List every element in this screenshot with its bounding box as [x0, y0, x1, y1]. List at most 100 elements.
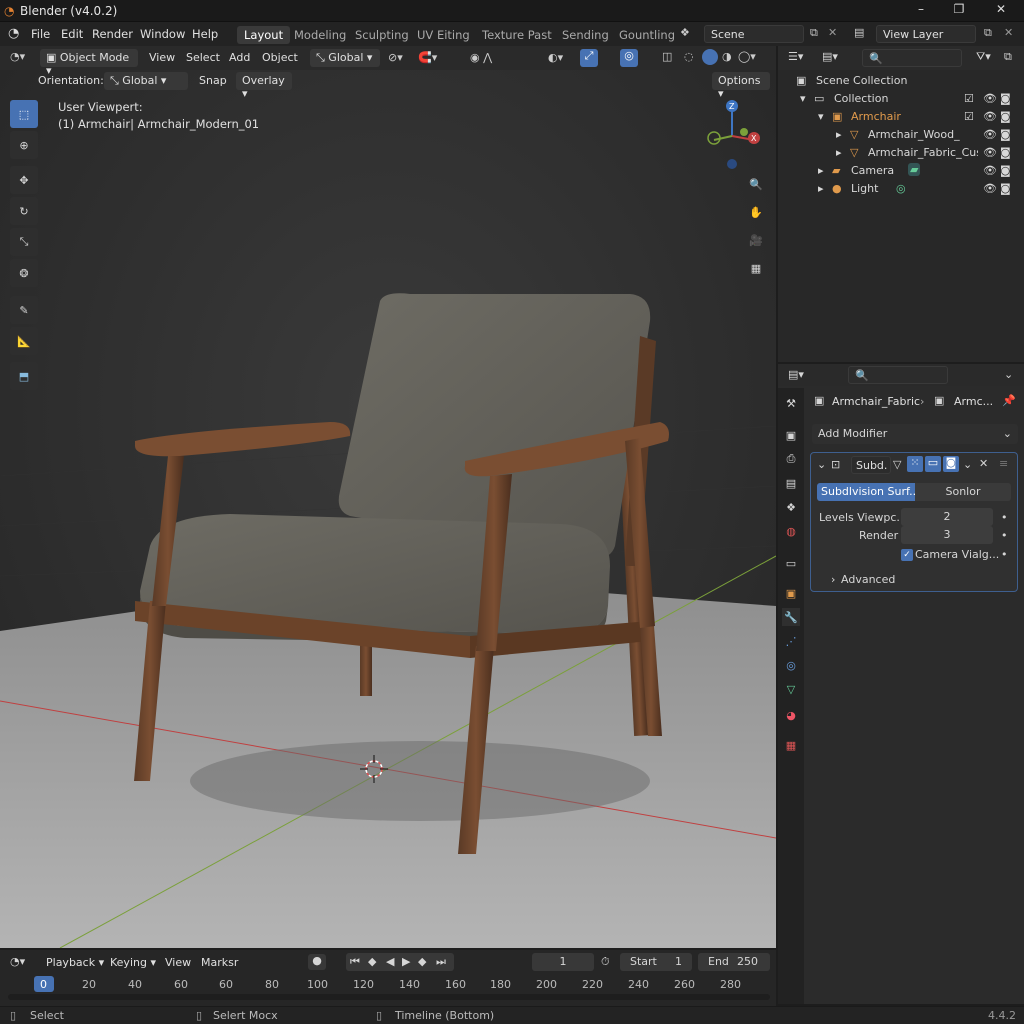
view-layer-selector[interactable]: View Layer [876, 25, 976, 43]
new-collection-icon[interactable]: ⧉ [1004, 50, 1012, 64]
keyframe-dot-icon[interactable]: • [1001, 548, 1008, 561]
breadcrumb-object[interactable]: Armchair_Fabric [832, 395, 920, 408]
outliner-row-wood-frame[interactable]: ▸ ▽ Armchair_Wood_Frame 👁 ◙ [778, 126, 1024, 144]
snap-icon[interactable]: 🧲▾ [418, 51, 437, 64]
menu-marker[interactable]: Marksr [201, 956, 238, 969]
levels-viewport-input[interactable]: 2 [901, 508, 993, 526]
eye-icon[interactable]: 👁 [983, 128, 997, 141]
xray-icon[interactable]: ◫ [662, 50, 672, 63]
keyframe-dot-icon[interactable]: • [1001, 529, 1008, 542]
view-layer-new-icon[interactable]: ⧉ [984, 26, 992, 40]
physics-tab[interactable]: ◎ [782, 656, 800, 674]
camera-viewport-label[interactable]: Camera Vialg... [915, 548, 999, 561]
filter-icon[interactable]: ⛛▾ [976, 50, 991, 64]
outliner-row-fabric-cushion[interactable]: ▸ ▽ Armchair_Fabric_Cush 👁 ◙ [778, 144, 1024, 162]
modifier-name-input[interactable]: Subd. [851, 456, 891, 474]
blender-menu-icon[interactable]: ◔ [8, 26, 19, 41]
menu-keying[interactable]: Keying ▾ [110, 956, 156, 969]
rotate-tool[interactable]: ↻ [10, 197, 38, 225]
material-shading-icon[interactable]: ◑ [722, 50, 732, 63]
transform-orientation-dropdown[interactable]: ⤡ Global ▾ [310, 49, 380, 67]
properties-search-input[interactable]: 🔍 [848, 366, 948, 384]
tool-tab[interactable]: ⚒ [782, 394, 800, 412]
keyframe-dot-icon[interactable]: • [1001, 511, 1008, 524]
menu-view[interactable]: View [165, 956, 191, 969]
perspective-toggle-button[interactable]: ▦ [744, 256, 768, 280]
render-camera-icon[interactable]: ◙ [1000, 146, 1011, 159]
drag-handle-icon[interactable]: ≡ [999, 457, 1008, 470]
proportional-edit-icon[interactable]: ◉ ⋀ [470, 51, 492, 64]
record-icon[interactable]: ● [308, 954, 326, 970]
options-dropdown[interactable]: Options ▾ [712, 72, 770, 100]
wireframe-shading-icon[interactable]: ◌ [684, 50, 694, 63]
measure-tool[interactable]: 📐 [10, 327, 38, 355]
advanced-section-label[interactable]: Advanced [841, 573, 895, 586]
tab-shading[interactable]: Sending [555, 26, 616, 44]
camera-view-button[interactable]: 🎥 [744, 228, 768, 252]
scene-tab[interactable]: ❖ [782, 498, 800, 516]
scale-tool[interactable]: ⤡ [10, 228, 38, 256]
expand-arrow-icon[interactable]: ▾ [818, 110, 824, 123]
data-tab[interactable]: ▽ [782, 680, 800, 698]
expand-arrow-icon[interactable]: ▸ [818, 164, 824, 177]
overlay-toggle-icon[interactable]: ◎ [620, 49, 638, 67]
checkbox-icon[interactable]: ☑ [964, 92, 974, 105]
render-camera-icon[interactable]: ◙ [1000, 110, 1011, 123]
texture-tab[interactable]: ▦ [782, 736, 800, 754]
menu-object[interactable]: Object [262, 51, 298, 64]
remove-modifier-icon[interactable]: ✕ [979, 457, 988, 470]
rendered-shading-icon[interactable]: ◯▾ [738, 50, 756, 63]
menu-edit[interactable]: Edit [61, 27, 83, 41]
overlay-dropdown[interactable]: Overlay ▾ [236, 72, 292, 100]
close-button[interactable]: ✕ [986, 2, 1016, 20]
solid-shading-icon[interactable] [702, 49, 718, 65]
next-keyframe-icon[interactable]: ◆ [418, 955, 426, 968]
display-mode-icon[interactable]: ▤▾ [822, 50, 838, 63]
outliner-row-armchair[interactable]: ▾ ▣ Armchair ☑ 👁 ◙ [778, 108, 1024, 126]
chevron-down-icon[interactable]: ⌄ [963, 458, 972, 471]
catmull-clark-button[interactable]: Sonlor [915, 483, 1011, 501]
visibility-icon[interactable]: ◐▾ [548, 51, 563, 64]
current-frame-input[interactable]: 1 [532, 953, 594, 971]
minimize-button[interactable]: – [906, 2, 936, 20]
properties-editor-icon[interactable]: ▤▾ [788, 368, 804, 381]
expand-arrow-icon[interactable]: ▸ [818, 182, 824, 195]
tab-uv-editing[interactable]: UV Eiting [410, 26, 477, 44]
menu-file[interactable]: File [31, 27, 50, 41]
expand-arrow-icon[interactable]: ▾ [800, 92, 806, 105]
view-layer-tab[interactable]: ▤ [782, 474, 800, 492]
eye-icon[interactable]: 👁 [983, 182, 997, 195]
gizmo-toggle-icon[interactable]: ⤢ [580, 49, 598, 67]
play-reverse-icon[interactable]: ◀ [386, 955, 394, 968]
render-camera-icon[interactable]: ◙ [1000, 182, 1011, 195]
camera-checkbox-icon[interactable]: ✓ [901, 549, 913, 561]
output-tab[interactable]: ⎙ [782, 450, 800, 468]
render-toggle-icon[interactable]: ◙ [943, 456, 959, 472]
simple-subdivision-button[interactable]: Subdlvision Surf... [817, 483, 915, 501]
checkbox-icon[interactable]: ☑ [964, 110, 974, 123]
eye-icon[interactable]: 👁 [983, 110, 997, 123]
outliner-row-collection[interactable]: ▾ ▭ Collection ☑ 👁 ◙ [778, 90, 1024, 108]
add-cube-tool[interactable]: ⬒ [10, 362, 38, 390]
zoom-view-button[interactable]: 🔍 [744, 172, 768, 196]
object-mode-dropdown[interactable]: ▣ Object Mode ▾ [40, 49, 138, 77]
move-tool[interactable]: ✥ [10, 166, 38, 194]
expand-arrow-icon[interactable]: ▸ [836, 146, 842, 159]
add-modifier-button[interactable]: Add Modifier ⌄ [812, 424, 1018, 444]
snap-label[interactable]: Snap [199, 74, 227, 87]
orientation-dropdown[interactable]: ⤡ Global ▾ [104, 72, 188, 90]
outliner-row-scene-collection[interactable]: ▣ Scene Collection [778, 72, 1024, 90]
expand-arrow-icon[interactable]: ▸ [836, 128, 842, 141]
pivot-icon[interactable]: ⊘▾ [388, 51, 403, 64]
menu-playback[interactable]: Playback ▾ [46, 956, 104, 969]
scene-remove-icon[interactable]: ✕ [828, 26, 837, 39]
editor-type-icon[interactable]: ◔▾ [10, 50, 25, 63]
outliner-editor-icon[interactable]: ☰▾ [788, 50, 803, 63]
render-tab[interactable]: ▣ [782, 426, 800, 444]
annotate-tool[interactable]: ✎ [10, 296, 38, 324]
material-tab[interactable]: ◕ [782, 706, 800, 724]
eye-icon[interactable]: 👁 [983, 146, 997, 159]
prev-keyframe-icon[interactable]: ◆ [368, 955, 376, 968]
menu-view[interactable]: View [149, 51, 175, 64]
modifier-tab[interactable]: 🔧 [782, 608, 800, 626]
